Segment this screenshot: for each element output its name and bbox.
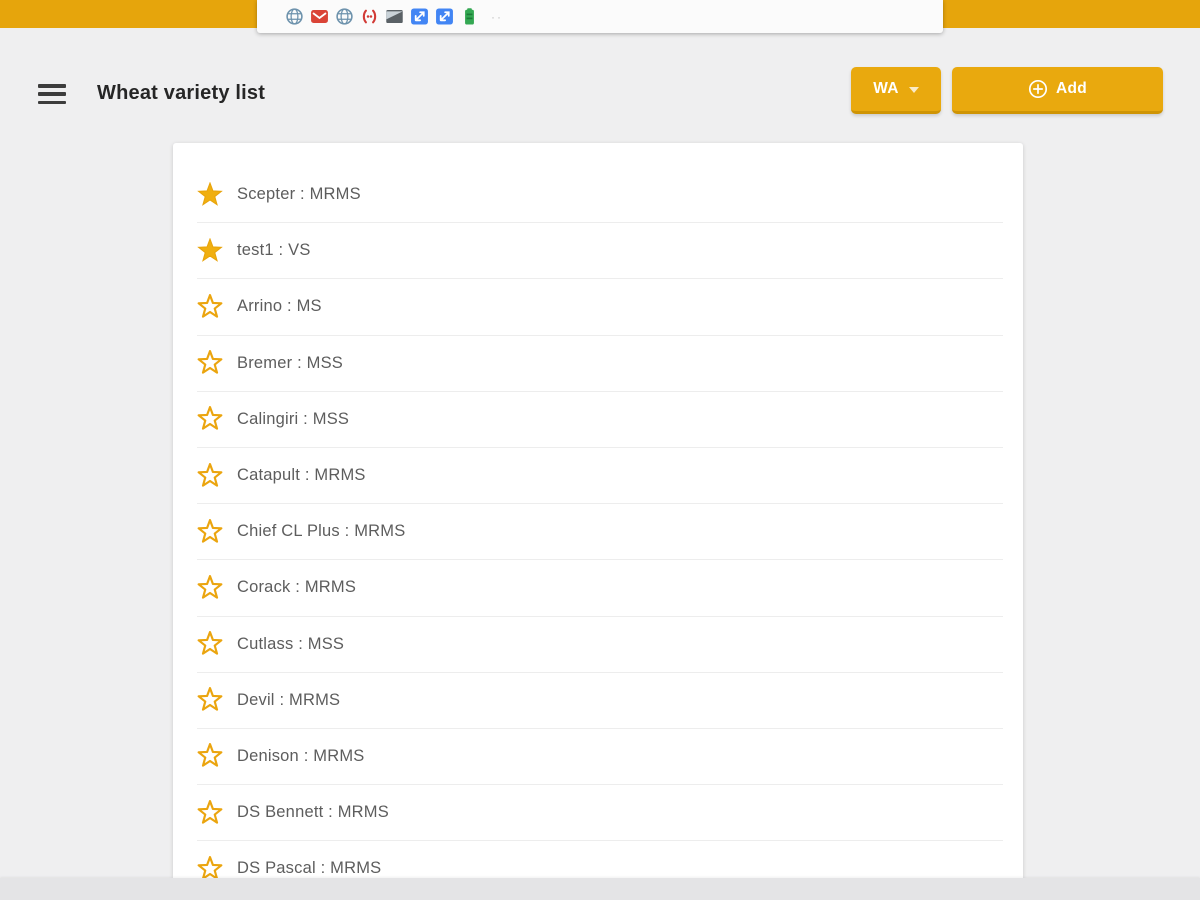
variety-label: Cutlass : MSS — [237, 634, 345, 653]
variety-row[interactable]: DS Pascal : MRMS — [197, 841, 1003, 878]
region-dropdown-label: WA — [873, 80, 899, 97]
variety-row[interactable]: Denison : MRMS — [197, 729, 1003, 786]
variety-list: Scepter : MRMS test1 : VS Arrino : MS Br… — [173, 143, 1023, 878]
add-button[interactable]: Add — [952, 67, 1163, 114]
star-outline-icon[interactable] — [197, 350, 223, 376]
variety-row[interactable]: Chief CL Plus : MRMS — [197, 504, 1003, 561]
star-outline-icon[interactable] — [197, 855, 223, 878]
variety-label: Chief CL Plus : MRMS — [237, 522, 406, 541]
star-outline-icon[interactable] — [197, 293, 223, 320]
variety-row[interactable]: Cutlass : MSS — [197, 617, 1003, 673]
download-icon — [410, 7, 429, 26]
variety-row[interactable]: Bremer : MSS — [197, 336, 1003, 392]
variety-label: Catapult : MRMS — [237, 466, 366, 485]
variety-label: test1 : VS — [237, 241, 311, 260]
variety-list-card: Scepter : MRMS test1 : VS Arrino : MS Br… — [173, 143, 1023, 878]
status-icons — [285, 7, 479, 26]
battery-icon — [460, 7, 479, 26]
variety-label: DS Pascal : MRMS — [237, 859, 382, 878]
variety-row[interactable]: Corack : MRMS — [197, 560, 1003, 617]
star-outline-icon[interactable] — [197, 743, 223, 769]
star-outline-icon[interactable] — [197, 518, 223, 545]
variety-label: Bremer : MSS — [237, 353, 344, 372]
variety-label: Corack : MRMS — [237, 578, 357, 597]
star-filled-icon[interactable] — [197, 237, 223, 264]
star-outline-icon[interactable] — [197, 574, 223, 601]
globe-icon — [335, 7, 354, 26]
variety-label: DS Bennett : MRMS — [237, 803, 389, 822]
star-outline-icon[interactable] — [197, 631, 223, 657]
star-outline-icon[interactable] — [197, 462, 223, 489]
star-outline-icon[interactable] — [197, 406, 223, 432]
gmail-icon — [310, 7, 329, 26]
variety-row[interactable]: Catapult : MRMS — [197, 448, 1003, 505]
variety-row[interactable]: test1 : VS — [197, 223, 1003, 280]
variety-label: Arrino : MS — [237, 297, 322, 316]
variety-label: Calingiri : MSS — [237, 409, 350, 428]
status-bar: ·· — [257, 0, 943, 33]
download-icon — [435, 7, 454, 26]
variety-row[interactable]: Devil : MRMS — [197, 673, 1003, 729]
screenshot-icon — [385, 7, 404, 26]
menu-button[interactable] — [38, 84, 66, 104]
page-title: Wheat variety list — [97, 82, 266, 104]
variety-label: Devil : MRMS — [237, 690, 341, 709]
bottom-edge-strip — [0, 878, 1200, 900]
variety-row[interactable]: Arrino : MS — [197, 279, 1003, 336]
globe-icon — [285, 7, 304, 26]
variety-row[interactable]: Scepter : MRMS — [197, 167, 1003, 224]
variety-row[interactable]: DS Bennett : MRMS — [197, 785, 1003, 842]
app-screen: ·· Wheat variety list WA Add Scepter : M… — [0, 0, 1200, 900]
star-outline-icon[interactable] — [197, 799, 223, 826]
hamburger-icon — [38, 84, 66, 88]
star-outline-icon[interactable] — [197, 687, 223, 713]
variety-row[interactable]: Calingiri : MSS — [197, 392, 1003, 448]
status-overflow-dots: ·· — [491, 9, 503, 24]
star-filled-icon[interactable] — [197, 181, 223, 208]
chevron-down-icon — [908, 80, 919, 98]
variety-label: Denison : MRMS — [237, 746, 365, 765]
variety-label: Scepter : MRMS — [237, 185, 361, 204]
add-button-label: Add — [1055, 80, 1088, 97]
region-dropdown-button[interactable]: WA — [851, 67, 941, 114]
code-brackets-icon — [360, 7, 379, 26]
plus-circle-icon — [1028, 79, 1048, 99]
